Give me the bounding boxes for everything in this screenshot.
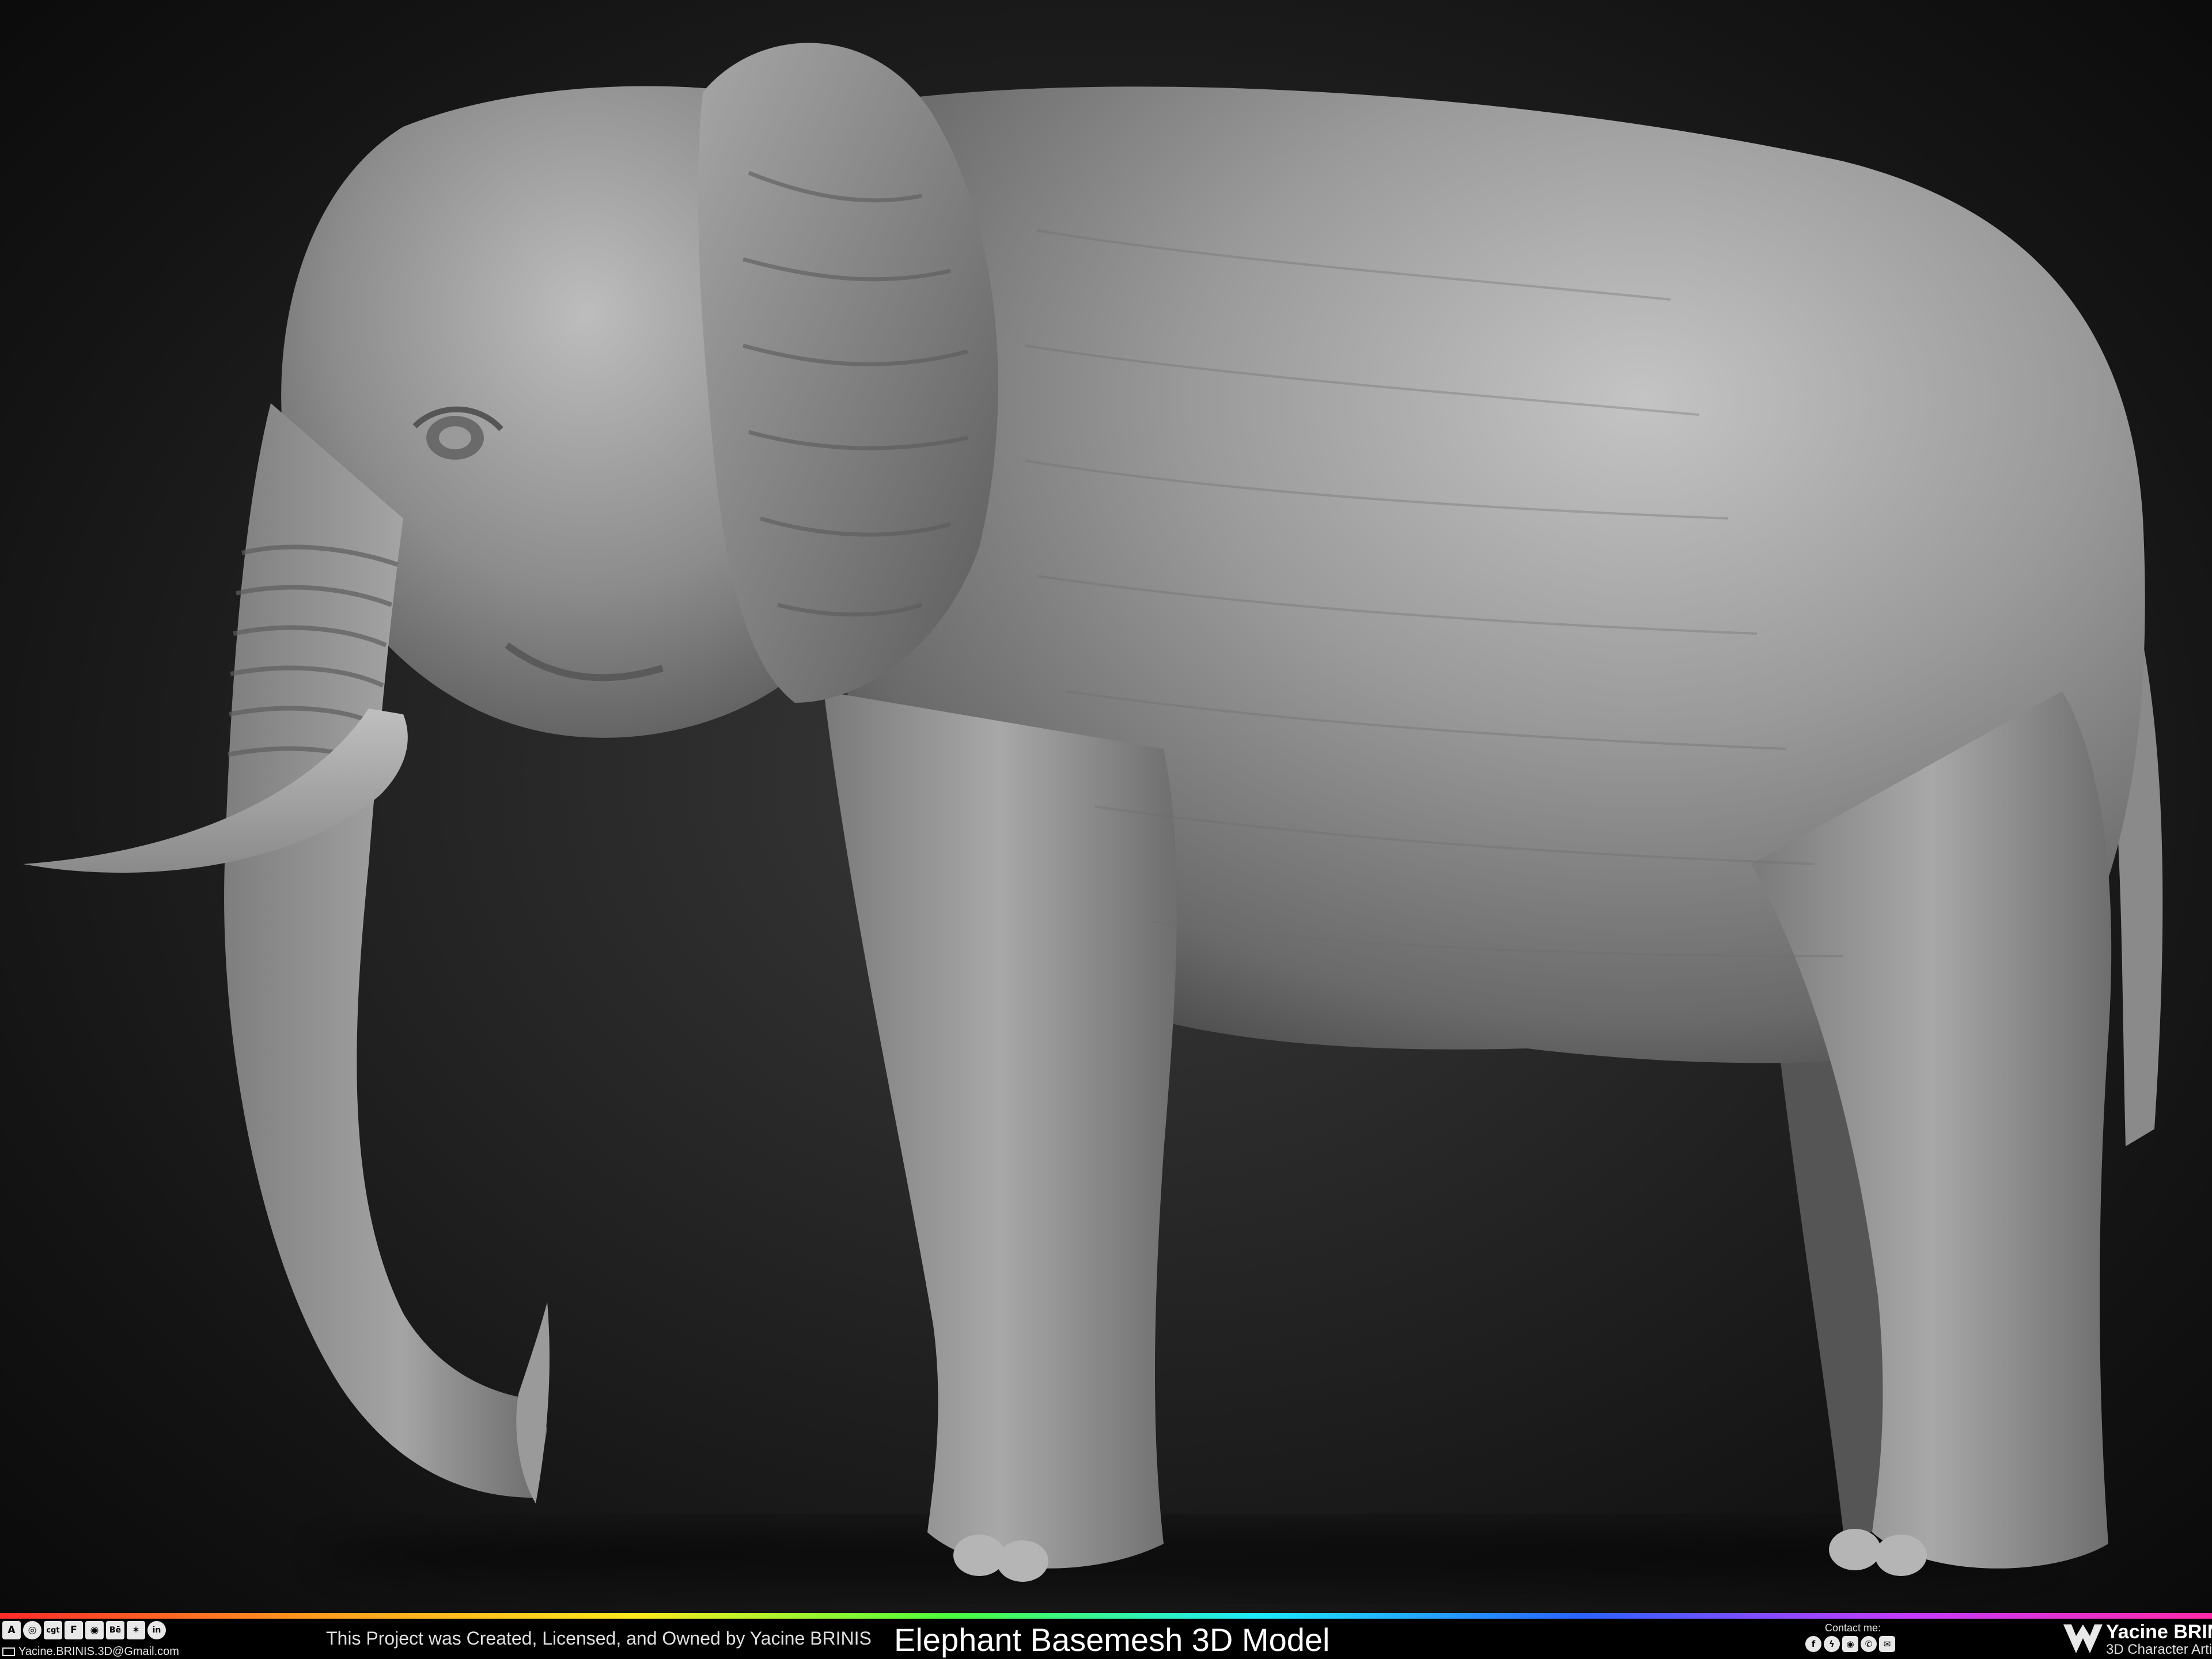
email-icon[interactable]: ✉ xyxy=(1879,1636,1895,1652)
footer-bar: A ◎ cgt F ◉ Bē ✶ in Yacine.BRINIS.3D@Gma… xyxy=(0,1619,2212,1659)
render-viewport xyxy=(0,0,2212,1613)
turbosquid-icon[interactable]: F xyxy=(65,1621,83,1639)
ownership-credit: This Project was Created, Licensed, and … xyxy=(326,1628,872,1649)
email-text: Yacine.BRINIS.3D@Gmail.com xyxy=(18,1645,179,1658)
artist-name: Yacine BRINIS xyxy=(2106,1621,2212,1643)
artist-logo-icon xyxy=(2063,1624,2103,1653)
contact-label: Contact me: xyxy=(1825,1622,1881,1634)
contact-icons-row: f ϟ ◉ ✆ ✉ xyxy=(1805,1636,1895,1652)
whatsapp-icon[interactable]: ✆ xyxy=(1861,1636,1877,1652)
project-title: Elephant Basemesh 3D Model xyxy=(894,1622,1330,1658)
facebook-icon[interactable]: f xyxy=(1805,1636,1821,1652)
gumroad-icon[interactable]: ✶ xyxy=(127,1621,145,1639)
email-address[interactable]: Yacine.BRINIS.3D@Gmail.com xyxy=(2,1645,179,1658)
instagram-contact-icon[interactable]: ◉ xyxy=(1842,1636,1858,1652)
messenger-icon[interactable]: ϟ xyxy=(1824,1636,1840,1652)
rainbow-divider xyxy=(0,1613,2212,1619)
cgtrader-icon[interactable]: cgt xyxy=(44,1621,62,1639)
artstation-icon[interactable]: A xyxy=(2,1621,21,1639)
artist-role: 3D Character Artist xyxy=(2106,1642,2212,1657)
behance-icon[interactable]: Bē xyxy=(106,1621,124,1639)
instagram-icon[interactable]: ◉ xyxy=(85,1621,104,1639)
elephant-model xyxy=(23,43,2163,1590)
linkedin-icon[interactable]: in xyxy=(147,1621,166,1639)
social-icons-row: A ◎ cgt F ◉ Bē ✶ in xyxy=(2,1621,166,1639)
mail-icon xyxy=(2,1647,15,1656)
sketchfab-icon[interactable]: ◎ xyxy=(23,1621,41,1639)
